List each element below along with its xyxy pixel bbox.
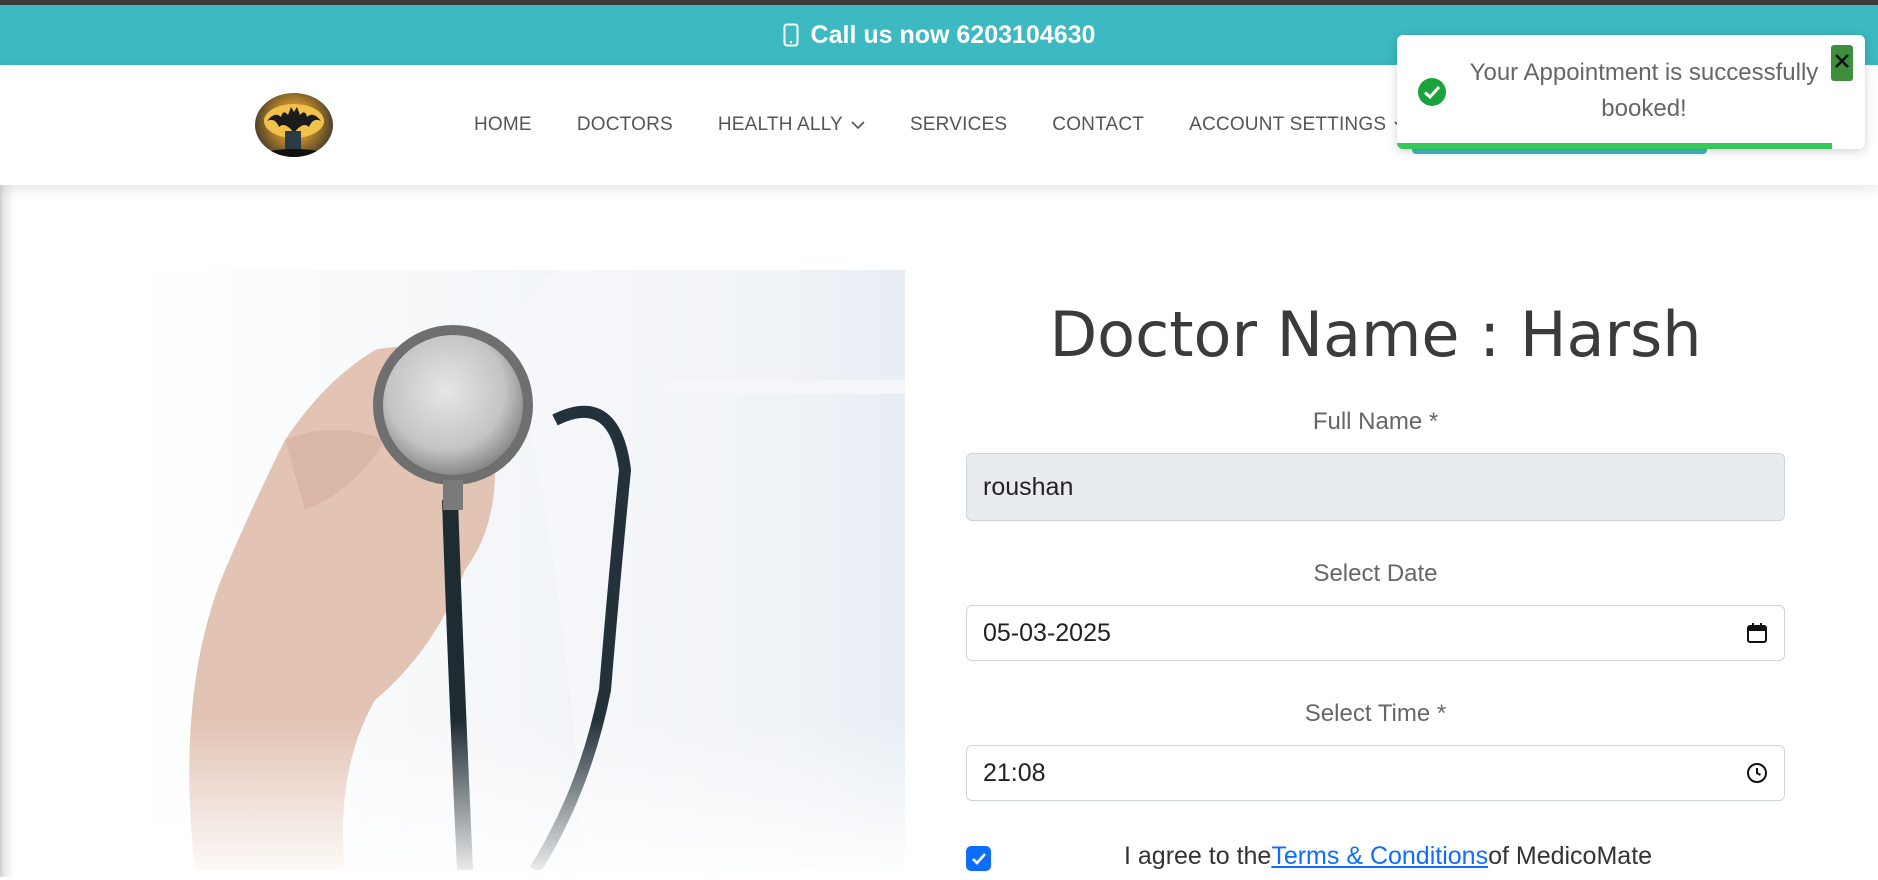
date-value: 05-03-2025	[983, 618, 1111, 647]
nav-menu: HOME DOCTORS HEALTH ALLY SERVICES CONTAC…	[474, 65, 1453, 185]
chevron-down-icon	[851, 120, 865, 130]
check-circle-icon	[1417, 77, 1447, 112]
toast-message: Your Appointment is successfully booked!	[1469, 59, 1819, 122]
doctor-stethoscope-image	[135, 270, 905, 870]
terms-agree-text: I agree to theTerms & Conditionsof Medic…	[1124, 842, 1653, 870]
nav-item-doctors[interactable]: DOCTORS	[577, 114, 673, 136]
terms-checkbox[interactable]	[966, 846, 991, 871]
select-date-label: Select Date	[1313, 560, 1438, 587]
clock-icon[interactable]	[1746, 762, 1768, 784]
site-logo[interactable]	[255, 93, 333, 157]
calendar-icon[interactable]	[1746, 622, 1768, 644]
full-name-input[interactable]: roushan	[966, 453, 1785, 521]
toast-close-button[interactable]	[1831, 45, 1853, 81]
close-icon	[1834, 53, 1850, 74]
success-toast: Your Appointment is successfully booked!	[1397, 35, 1865, 149]
nav-item-home[interactable]: HOME	[474, 114, 532, 136]
nav-item-account-settings[interactable]: ACCOUNT SETTINGS	[1189, 114, 1408, 136]
page-left-edge	[0, 185, 14, 877]
doctor-name-heading: Doctor Name : Harsh	[1049, 298, 1702, 371]
full-name-value: roushan	[983, 472, 1074, 501]
time-value: 21:08	[983, 758, 1046, 787]
time-input[interactable]: 21:08	[966, 745, 1785, 801]
nav-item-health-ally[interactable]: HEALTH ALLY	[718, 114, 865, 136]
date-input[interactable]: 05-03-2025	[966, 605, 1785, 661]
terms-conditions-link[interactable]: Terms & Conditions	[1271, 842, 1488, 870]
toast-progress-bar	[1397, 143, 1833, 149]
terms-agree-row: I agree to theTerms & Conditionsof Medic…	[966, 840, 1785, 880]
select-time-label: Select Time *	[1304, 700, 1447, 727]
mobile-phone-icon	[783, 23, 799, 47]
call-us-text[interactable]: Call us now 6203104630	[811, 21, 1096, 50]
nav-item-services[interactable]: SERVICES	[910, 114, 1007, 136]
nav-item-contact[interactable]: CONTACT	[1052, 114, 1144, 136]
full-name-label: Full Name *	[1312, 408, 1439, 435]
